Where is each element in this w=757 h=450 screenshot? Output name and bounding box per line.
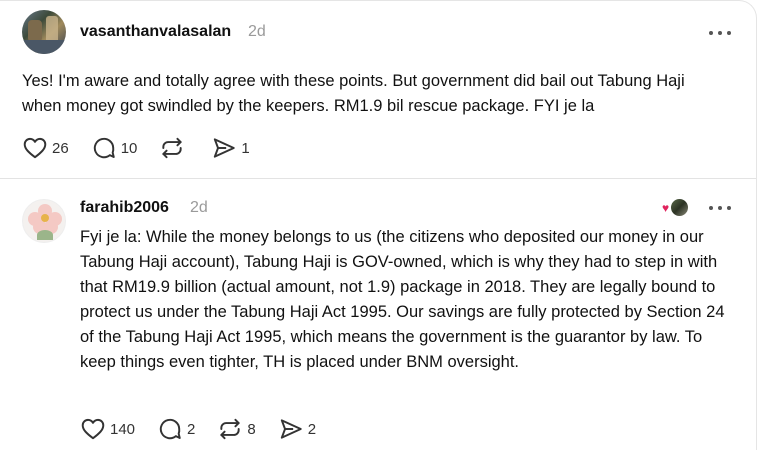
- more-icon[interactable]: [709, 206, 731, 212]
- repost-icon: [220, 418, 241, 440]
- reply-button[interactable]: 2: [157, 416, 195, 442]
- repost-count: 8: [247, 420, 256, 438]
- like-count: 26: [52, 139, 69, 157]
- action-bar: 140 2 8 2: [80, 416, 338, 442]
- username[interactable]: farahib2006: [80, 199, 169, 217]
- like-button[interactable]: 26: [22, 135, 69, 161]
- send-icon: [280, 419, 302, 439]
- repost-icon: [162, 137, 183, 159]
- repost-button[interactable]: [159, 135, 189, 161]
- reply-count: 2: [187, 420, 196, 438]
- comment-icon: [93, 137, 115, 159]
- reply-post: vasanthanvalasalan 2d Yes! I'm aware and…: [0, 1, 756, 179]
- heart-icon: [23, 137, 47, 159]
- reply-count: 10: [120, 139, 138, 157]
- reply-post: farahib2006 2d ♥ Fyi je la: While the mo…: [0, 179, 756, 450]
- comment-icon: [159, 418, 181, 440]
- post-time[interactable]: 2d: [190, 199, 208, 217]
- share-count: 1: [241, 139, 250, 157]
- heart-icon: [81, 418, 105, 440]
- send-icon: [214, 138, 236, 158]
- avatar[interactable]: [22, 10, 66, 54]
- share-count: 2: [307, 420, 317, 438]
- like-button[interactable]: 140: [80, 416, 135, 442]
- share-button[interactable]: 1: [211, 135, 250, 161]
- thread-container: vasanthanvalasalan 2d Yes! I'm aware and…: [0, 0, 757, 450]
- username[interactable]: vasanthanvalasalan: [80, 23, 231, 41]
- reply-button[interactable]: 10: [91, 135, 138, 161]
- more-icon[interactable]: [709, 31, 731, 37]
- post-time[interactable]: 2d: [248, 23, 266, 41]
- like-count: 140: [110, 420, 136, 438]
- avatar[interactable]: [22, 199, 66, 243]
- liked-by-author-badge: ♥: [662, 198, 690, 218]
- action-bar: 26 10 1: [22, 135, 272, 161]
- share-button[interactable]: 2: [278, 416, 316, 442]
- post-text: Yes! I'm aware and totally agree with th…: [22, 72, 685, 115]
- post-text: Fyi je la: While the money belongs to us…: [80, 228, 725, 371]
- author-avatar: [670, 198, 689, 217]
- repost-button[interactable]: 8: [217, 416, 256, 442]
